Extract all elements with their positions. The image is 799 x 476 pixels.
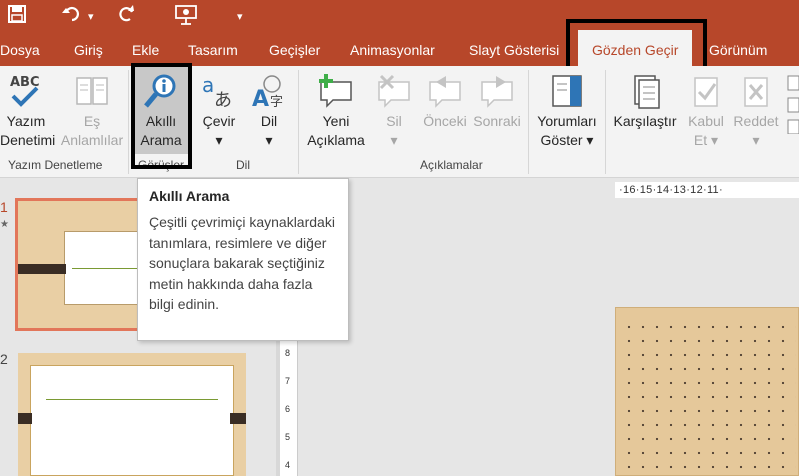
tab-gecisler[interactable]: Geçişler [269, 30, 320, 66]
slide-canvas[interactable] [615, 307, 799, 476]
customize-toolbar-icon[interactable]: ▾ [237, 7, 243, 27]
accept-icon [687, 72, 725, 110]
translate-icon: aあ [200, 72, 238, 111]
spell-check-button[interactable]: ABC Yazım Denetimi [0, 66, 55, 154]
language-icon: A字 [250, 72, 288, 112]
reject-icon [737, 72, 775, 110]
slide-thumbnail[interactable] [18, 353, 246, 476]
group-separator [605, 70, 606, 174]
undo-dropdown-icon[interactable]: ▾ [88, 7, 94, 27]
compare-icon [626, 72, 664, 110]
tab-animasyonlar[interactable]: Animasyonlar [350, 30, 435, 66]
thesaurus-icon [73, 72, 111, 110]
group-separator [128, 70, 129, 174]
delete-comment-icon [375, 72, 413, 110]
tab-slayt-gosterisi[interactable]: Slayt Gösterisi [469, 30, 559, 66]
animation-star-icon: ★ [0, 219, 9, 230]
save-icon[interactable] [8, 5, 26, 28]
next-comment-button[interactable]: Sonraki [472, 66, 522, 154]
accept-button[interactable]: Kabul Et ▾ [682, 66, 730, 154]
delete-comment-button[interactable]: Sil ▾ [373, 66, 415, 154]
previous-comment-button[interactable]: Önceki [420, 66, 470, 154]
highlight-box-smart-lookup [131, 63, 192, 169]
group-label-comments: Açıklamalar [420, 158, 483, 172]
group-label-language: Dil [236, 158, 250, 172]
undo-icon[interactable] [62, 5, 82, 28]
tab-giris[interactable]: Giriş [74, 30, 103, 66]
group-label-proofing: Yazım Denetleme [8, 158, 103, 172]
vertical-ruler: 8 7 6 5 4 [280, 330, 298, 476]
group-separator [298, 70, 299, 174]
slide-number: 2 [0, 351, 8, 367]
language-button[interactable]: A字 Dil ▾ [248, 66, 290, 154]
new-comment-icon [317, 72, 355, 110]
slide-background-pattern [622, 320, 796, 470]
tooltip-title: Akıllı Arama [149, 188, 230, 204]
spellcheck-icon: ABC [7, 72, 45, 110]
tooltip-body: Çeşitli çevrimiçi kaynaklardaki tanımlar… [149, 214, 335, 312]
svg-text:あ: あ [214, 90, 232, 110]
compare-button[interactable]: Karşılaştır [610, 66, 680, 154]
svg-text:A: A [252, 87, 269, 110]
reject-button[interactable]: Reddet ▾ [730, 66, 782, 154]
svg-text:a: a [202, 73, 214, 97]
tab-dosya[interactable]: Dosya [0, 30, 40, 66]
redo-icon[interactable] [118, 5, 136, 28]
show-comments-icon [548, 72, 586, 110]
translate-button[interactable]: aあ Çevir ▾ [196, 66, 242, 154]
tab-gorunum[interactable]: Görünüm [709, 30, 767, 66]
slideshow-icon[interactable] [175, 5, 197, 30]
new-comment-button[interactable]: Yeni Açıklama [303, 66, 369, 154]
slide-number: 1 [0, 199, 8, 215]
next-comment-icon [478, 72, 516, 110]
tab-tasarim[interactable]: Tasarım [188, 30, 238, 66]
group-separator [528, 70, 529, 174]
tab-ekle[interactable]: Ekle [132, 30, 159, 66]
svg-text:字: 字 [270, 95, 283, 110]
ribbon: ABC Yazım Denetimi Eş Anlamlılar Akıllı … [0, 66, 799, 178]
overflow-icon[interactable] [786, 74, 799, 135]
previous-comment-icon [426, 72, 464, 110]
horizontal-ruler: ·16·15·14·13·12·11· [615, 182, 799, 198]
thesaurus-button[interactable]: Eş Anlamlılar [58, 66, 126, 154]
show-comments-button[interactable]: Yorumları Göster ▾ [533, 66, 601, 154]
smart-lookup-tooltip: Akıllı Arama Çeşitli çevrimiçi kaynaklar… [137, 178, 349, 341]
